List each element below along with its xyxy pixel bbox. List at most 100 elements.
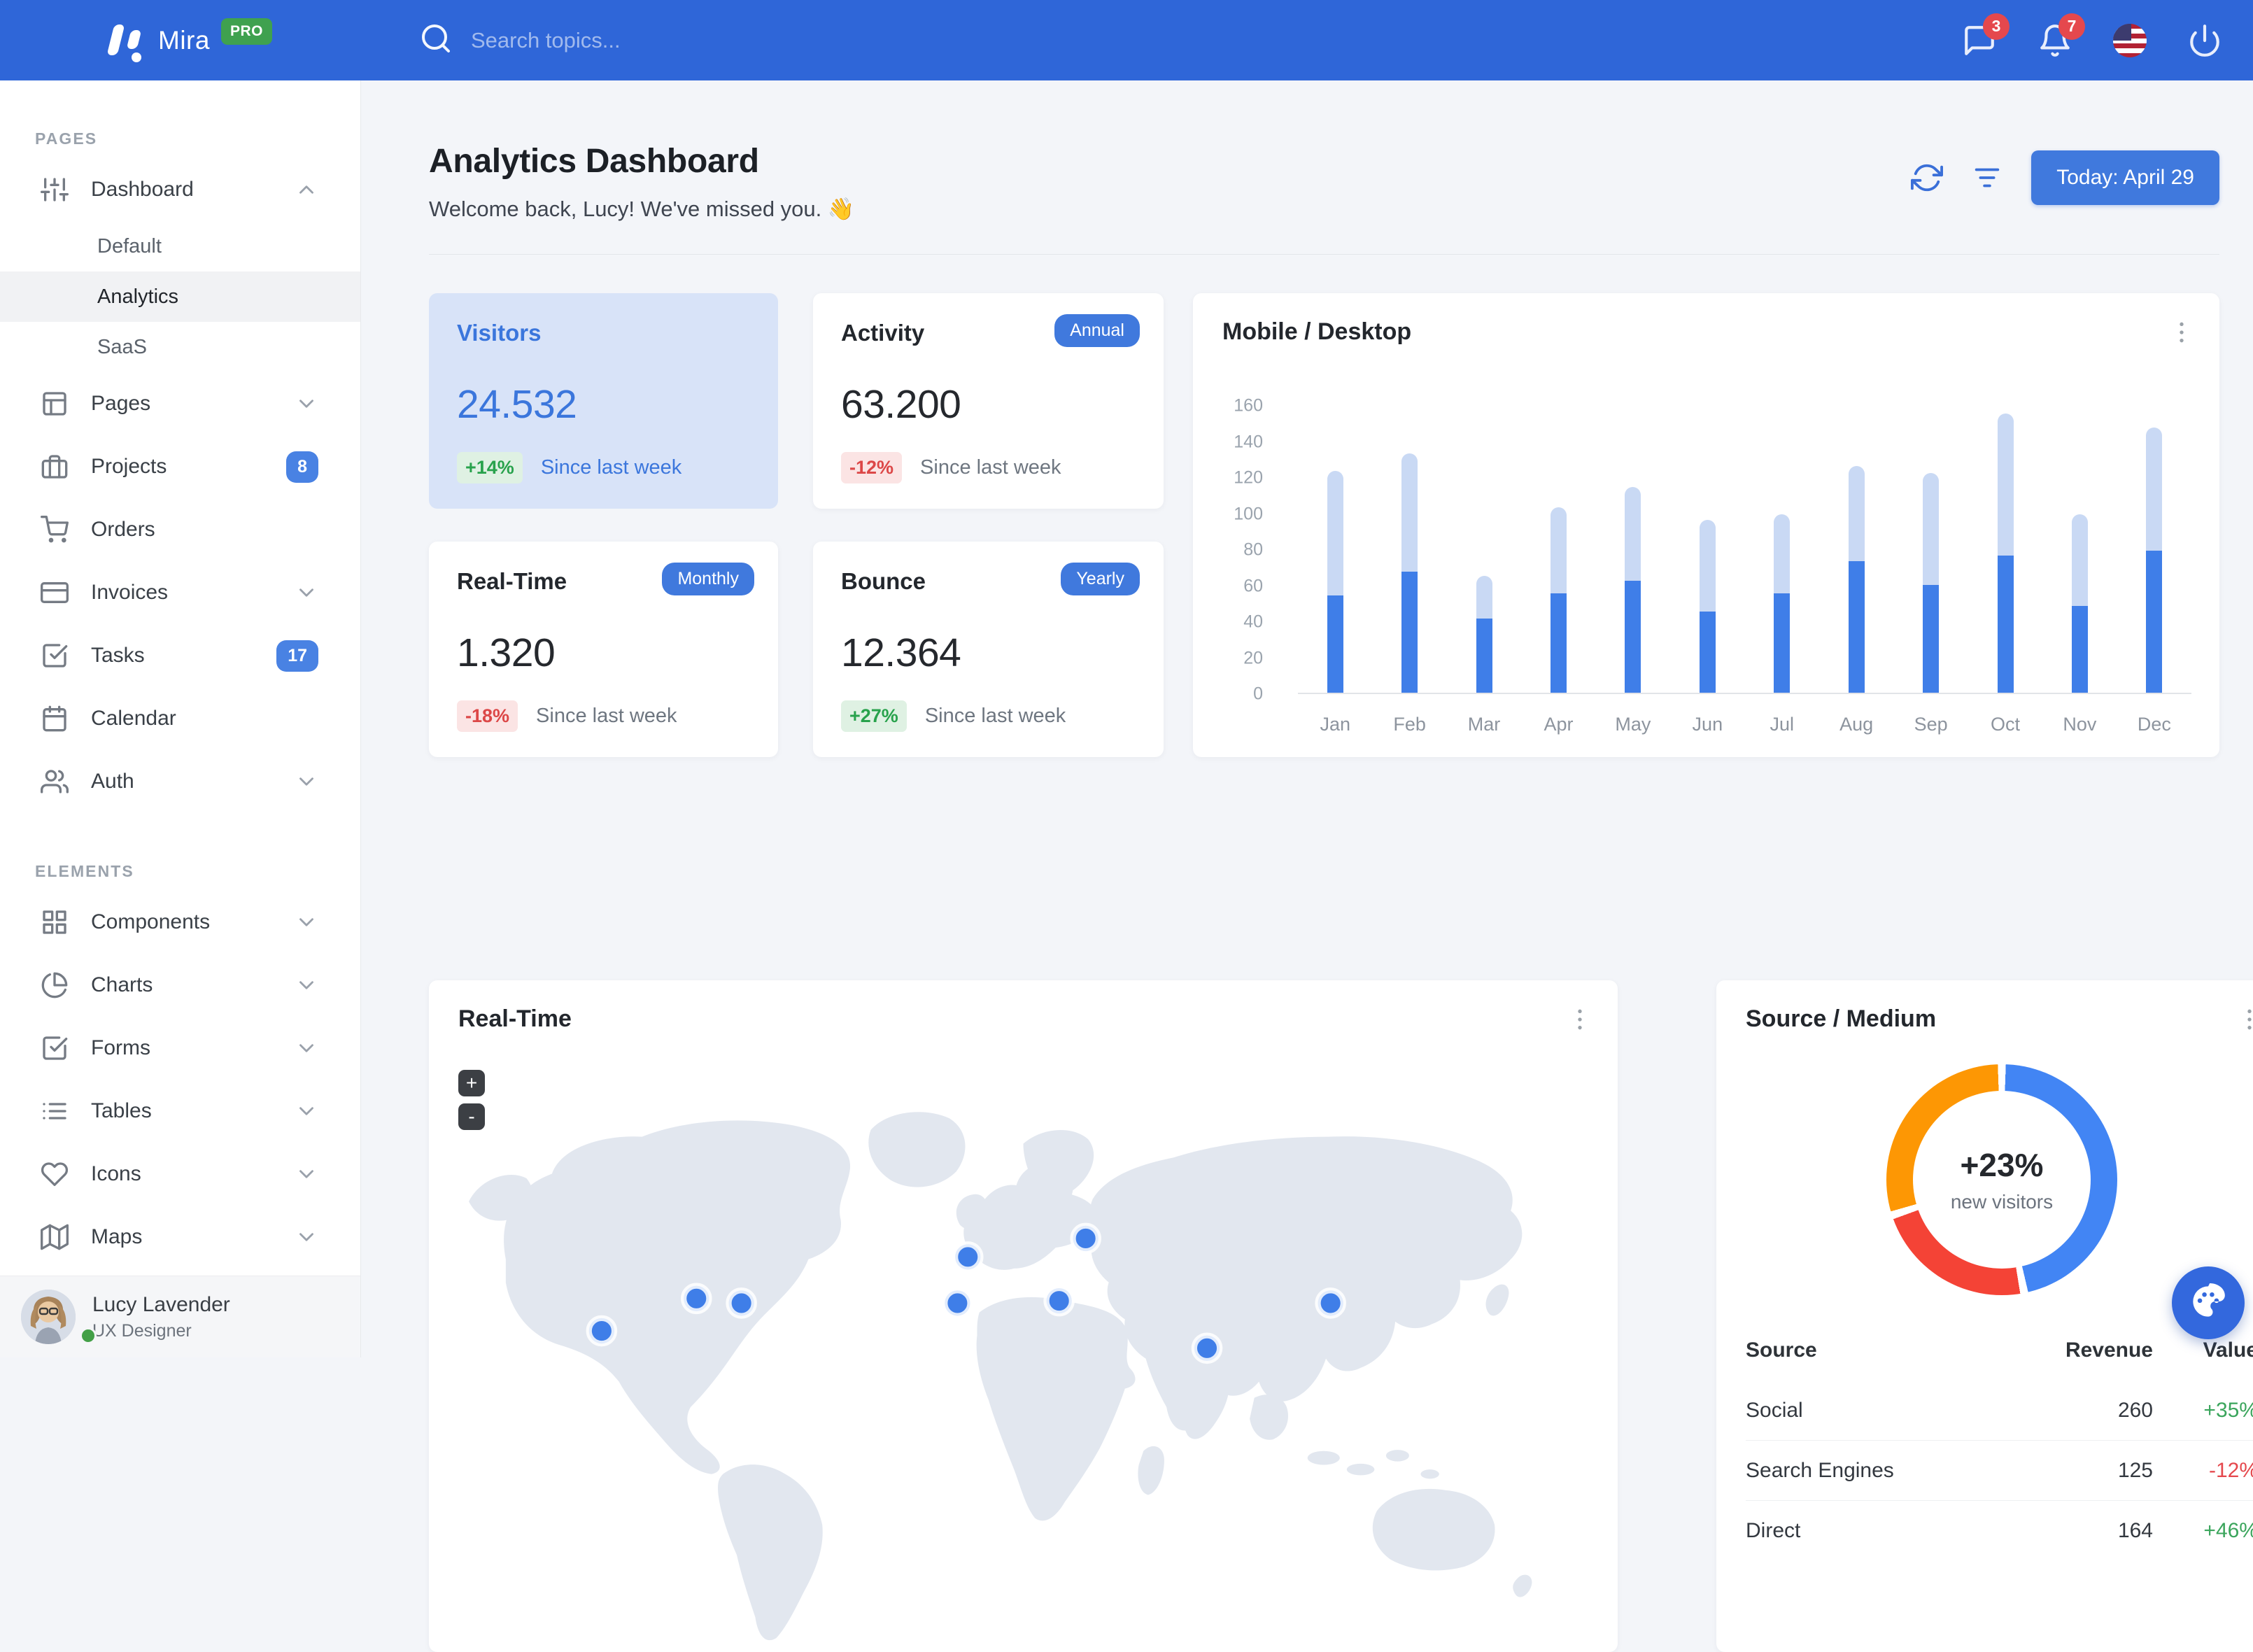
cart-icon: [41, 516, 69, 544]
stat-period-pill[interactable]: Yearly: [1061, 563, 1140, 595]
map-marker-istanbul[interactable]: [1047, 1288, 1072, 1313]
map-zoom-out-button[interactable]: -: [458, 1103, 485, 1130]
sidebar-count-badge: 17: [276, 640, 318, 672]
bar-dec[interactable]: [2146, 428, 2162, 693]
x-tick: Feb: [1372, 714, 1446, 735]
sidebar-item-pages[interactable]: Pages: [0, 372, 360, 435]
refresh-icon[interactable]: [1911, 162, 1943, 194]
sidebar-item-forms[interactable]: Forms: [0, 1017, 360, 1080]
theme-settings-fab[interactable]: [2172, 1266, 2245, 1339]
donut-chart: +23% new visitors: [1886, 1064, 2117, 1295]
map-marker-beijing[interactable]: [1318, 1290, 1343, 1315]
x-tick: Nov: [2042, 714, 2117, 735]
x-tick: May: [1596, 714, 1670, 735]
stat-period-pill[interactable]: Monthly: [662, 563, 754, 595]
y-tick: 60: [1243, 576, 1263, 596]
chart-card-title: Mobile / Desktop: [1222, 318, 1411, 346]
bar-jul[interactable]: [1774, 514, 1790, 693]
bar-jan[interactable]: [1327, 471, 1343, 693]
sidebar-item-label: Calendar: [91, 707, 176, 730]
x-tick: Apr: [1521, 714, 1595, 735]
grid-icon: [41, 908, 69, 936]
map-marker-london[interactable]: [955, 1244, 980, 1269]
sidebar-item-label: Maps: [91, 1225, 142, 1249]
map-marker-new-york[interactable]: [728, 1290, 754, 1315]
stat-card-bounce: BounceYearly12.364+27%Since last week: [813, 542, 1164, 757]
sidebar-item-calendar[interactable]: Calendar: [0, 687, 360, 750]
sliders-icon: [41, 176, 69, 204]
bar-sep[interactable]: [1923, 473, 1939, 693]
bar-chart-plot: [1298, 406, 2191, 694]
map-marker-madrid[interactable]: [945, 1290, 970, 1315]
notifications-button[interactable]: 7: [2037, 23, 2072, 58]
filter-icon[interactable]: [1971, 162, 2003, 194]
source-medium-card: Source / Medium +23% new visitors Source…: [1716, 980, 2253, 1652]
chevron-down-icon: [295, 770, 318, 793]
stat-value: 12.364: [841, 630, 1136, 676]
bar-jun[interactable]: [1700, 520, 1716, 693]
messages-count-badge: 3: [1983, 13, 2010, 40]
row-value: +46%: [2153, 1519, 2253, 1543]
col-source: Source: [1746, 1339, 2013, 1362]
more-options-icon[interactable]: [1566, 1005, 1594, 1033]
sidebar-item-tasks[interactable]: Tasks17: [0, 624, 360, 687]
row-source: Direct: [1746, 1519, 2013, 1543]
search-input[interactable]: [471, 28, 772, 53]
search-icon: [419, 22, 453, 59]
messages-button[interactable]: 3: [1962, 23, 1997, 58]
sidebar-item-projects[interactable]: Projects8: [0, 435, 360, 498]
stat-note: Since last week: [536, 705, 677, 728]
map-marker-san-francisco[interactable]: [589, 1318, 614, 1343]
mobile-desktop-chart-card: Mobile / Desktop 020406080100120140160 J…: [1193, 293, 2219, 757]
palette-icon: [2190, 1283, 2226, 1323]
sidebar-subitem-default[interactable]: Default: [0, 221, 360, 271]
sidebar-item-invoices[interactable]: Invoices: [0, 561, 360, 624]
sidebar-item-orders[interactable]: Orders: [0, 498, 360, 561]
stat-period-pill[interactable]: Annual: [1054, 314, 1140, 347]
date-range-button[interactable]: Today: April 29: [2031, 150, 2219, 205]
bar-mar[interactable]: [1476, 576, 1492, 693]
sidebar-item-dashboard[interactable]: Dashboard: [0, 158, 360, 221]
row-source: Social: [1746, 1399, 2013, 1422]
more-options-icon[interactable]: [2236, 1005, 2253, 1033]
sidebar-item-icons[interactable]: Icons: [0, 1143, 360, 1206]
chevron-down-icon: [295, 581, 318, 605]
sidebar-item-maps[interactable]: Maps: [0, 1206, 360, 1269]
more-options-icon[interactable]: [2168, 318, 2196, 346]
sidebar-item-charts[interactable]: Charts: [0, 954, 360, 1017]
bar-feb[interactable]: [1401, 453, 1418, 693]
map-zoom-in-button[interactable]: +: [458, 1070, 485, 1096]
stat-value: 63.200: [841, 381, 1136, 428]
bar-aug[interactable]: [1849, 466, 1865, 693]
y-tick: 20: [1243, 648, 1263, 668]
world-map[interactable]: [446, 1063, 1601, 1652]
y-tick: 140: [1234, 432, 1263, 452]
check-square-icon: [41, 1034, 69, 1062]
sidebar-user-card[interactable]: Lucy Lavender UX Designer: [0, 1276, 360, 1357]
map-marker-chicago[interactable]: [684, 1286, 709, 1311]
sidebar-subitem-saas[interactable]: SaaS: [0, 322, 360, 372]
user-role: UX Designer: [92, 1321, 230, 1341]
sidebar-item-label: Pages: [91, 392, 150, 416]
bar-apr[interactable]: [1551, 507, 1567, 693]
sidebar-item-auth[interactable]: Auth: [0, 750, 360, 813]
check-square-icon: [41, 642, 69, 670]
bar-nov[interactable]: [2072, 514, 2088, 693]
y-tick: 40: [1243, 612, 1263, 633]
chevron-up-icon: [295, 178, 318, 202]
top-navbar: Mira PRO 3 7: [0, 0, 2253, 80]
map-marker-moscow[interactable]: [1073, 1226, 1098, 1251]
bar-oct[interactable]: [1998, 414, 2014, 693]
sidebar-subitem-analytics[interactable]: Analytics: [0, 271, 360, 322]
language-flag-us[interactable]: [2113, 24, 2147, 57]
row-revenue: 125: [2013, 1459, 2153, 1483]
brand[interactable]: Mira PRO: [104, 20, 272, 61]
sidebar-item-tables[interactable]: Tables: [0, 1080, 360, 1143]
sidebar-item-components[interactable]: Components: [0, 891, 360, 954]
x-axis-labels: JanFebMarAprMayJunJulAugSepOctNovDec: [1298, 714, 2191, 735]
row-revenue: 164: [2013, 1519, 2153, 1543]
list-icon: [41, 1097, 69, 1125]
sign-out-button[interactable]: [2187, 23, 2222, 58]
bar-may[interactable]: [1625, 487, 1641, 693]
stat-title: Visitors: [457, 320, 750, 346]
